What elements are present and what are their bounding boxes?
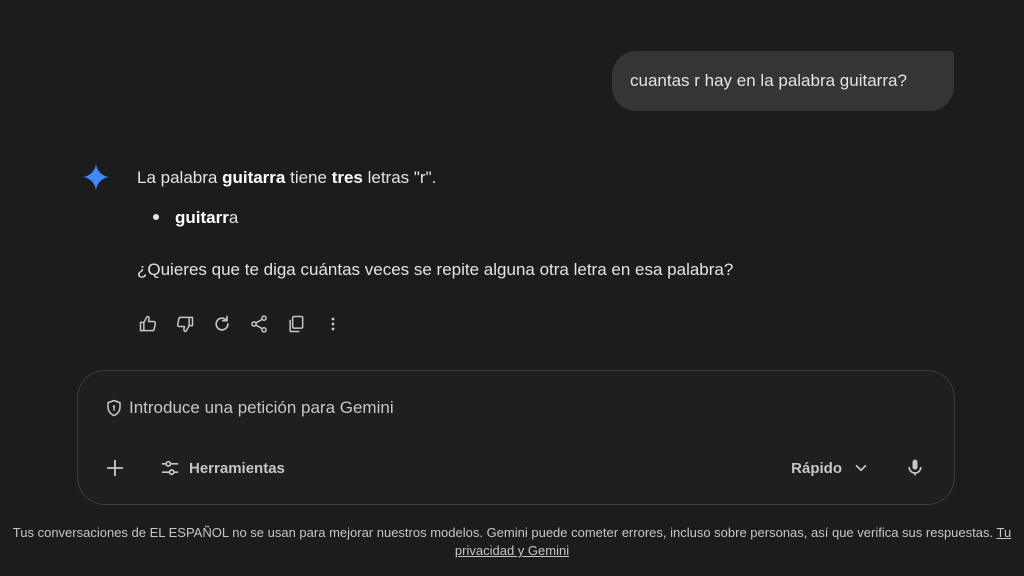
share-button[interactable] [247,312,271,336]
response-actions-bar [136,312,358,336]
bullet-bold-part: guitarr [175,208,229,227]
add-attachment-button[interactable] [102,455,128,481]
plus-icon [106,459,124,477]
mode-label: Rápido [791,459,842,477]
gemini-sparkle-icon [83,164,109,190]
tools-label: Herramientas [189,459,285,477]
disclaimer-text: Tus conversaciones de EL ESPAÑOL no se u… [12,525,997,540]
microphone-icon [908,459,922,476]
response-text: letras "r". [362,168,437,187]
response-bullet-item: guitarra [153,206,238,230]
microphone-button[interactable] [902,455,928,481]
disclaimer-footer: Tus conversaciones de EL ESPAÑOL no se u… [0,524,1024,560]
bullet-rest-part: a [228,208,239,227]
response-text: tiene [285,168,332,187]
user-message-bubble: cuantas r hay en la palabra guitarra? [612,51,954,111]
thumb-up-button[interactable] [136,312,160,336]
tools-settings-icon [161,460,179,476]
prompt-composer: Introduce una petición para Gemini Herra… [77,370,955,505]
response-bold-count: tres [331,168,363,187]
more-vert-icon [331,317,335,331]
tools-button[interactable]: Herramientas [160,455,285,481]
response-followup-question: ¿Quieres que te diga cuántas veces se re… [137,260,734,279]
response-line-1: La palabra guitarra tiene tres letras "r… [137,166,436,190]
prompt-input[interactable]: Introduce una petición para Gemini [105,398,394,418]
thumb-up-icon [139,315,157,332]
user-message-text: cuantas r hay en la palabra guitarra? [630,71,907,90]
thumb-down-icon [176,316,194,333]
prompt-placeholder: Introduce una petición para Gemini [129,398,394,417]
bullet-dot [153,213,159,220]
chevron-down-icon [855,464,867,472]
response-bold-word: guitarra [222,168,286,187]
shield-icon [107,399,121,417]
model-response: La palabra guitarra tiene tres letras "r… [137,166,733,279]
share-icon [251,315,267,333]
model-mode-selector[interactable]: Rápido [791,455,870,481]
regenerate-icon [215,315,229,331]
copy-button[interactable] [284,312,308,336]
response-text: La palabra [137,168,223,187]
more-options-button[interactable] [321,312,345,336]
thumb-down-button[interactable] [173,312,197,336]
regenerate-button[interactable] [210,312,234,336]
copy-icon [289,315,304,333]
